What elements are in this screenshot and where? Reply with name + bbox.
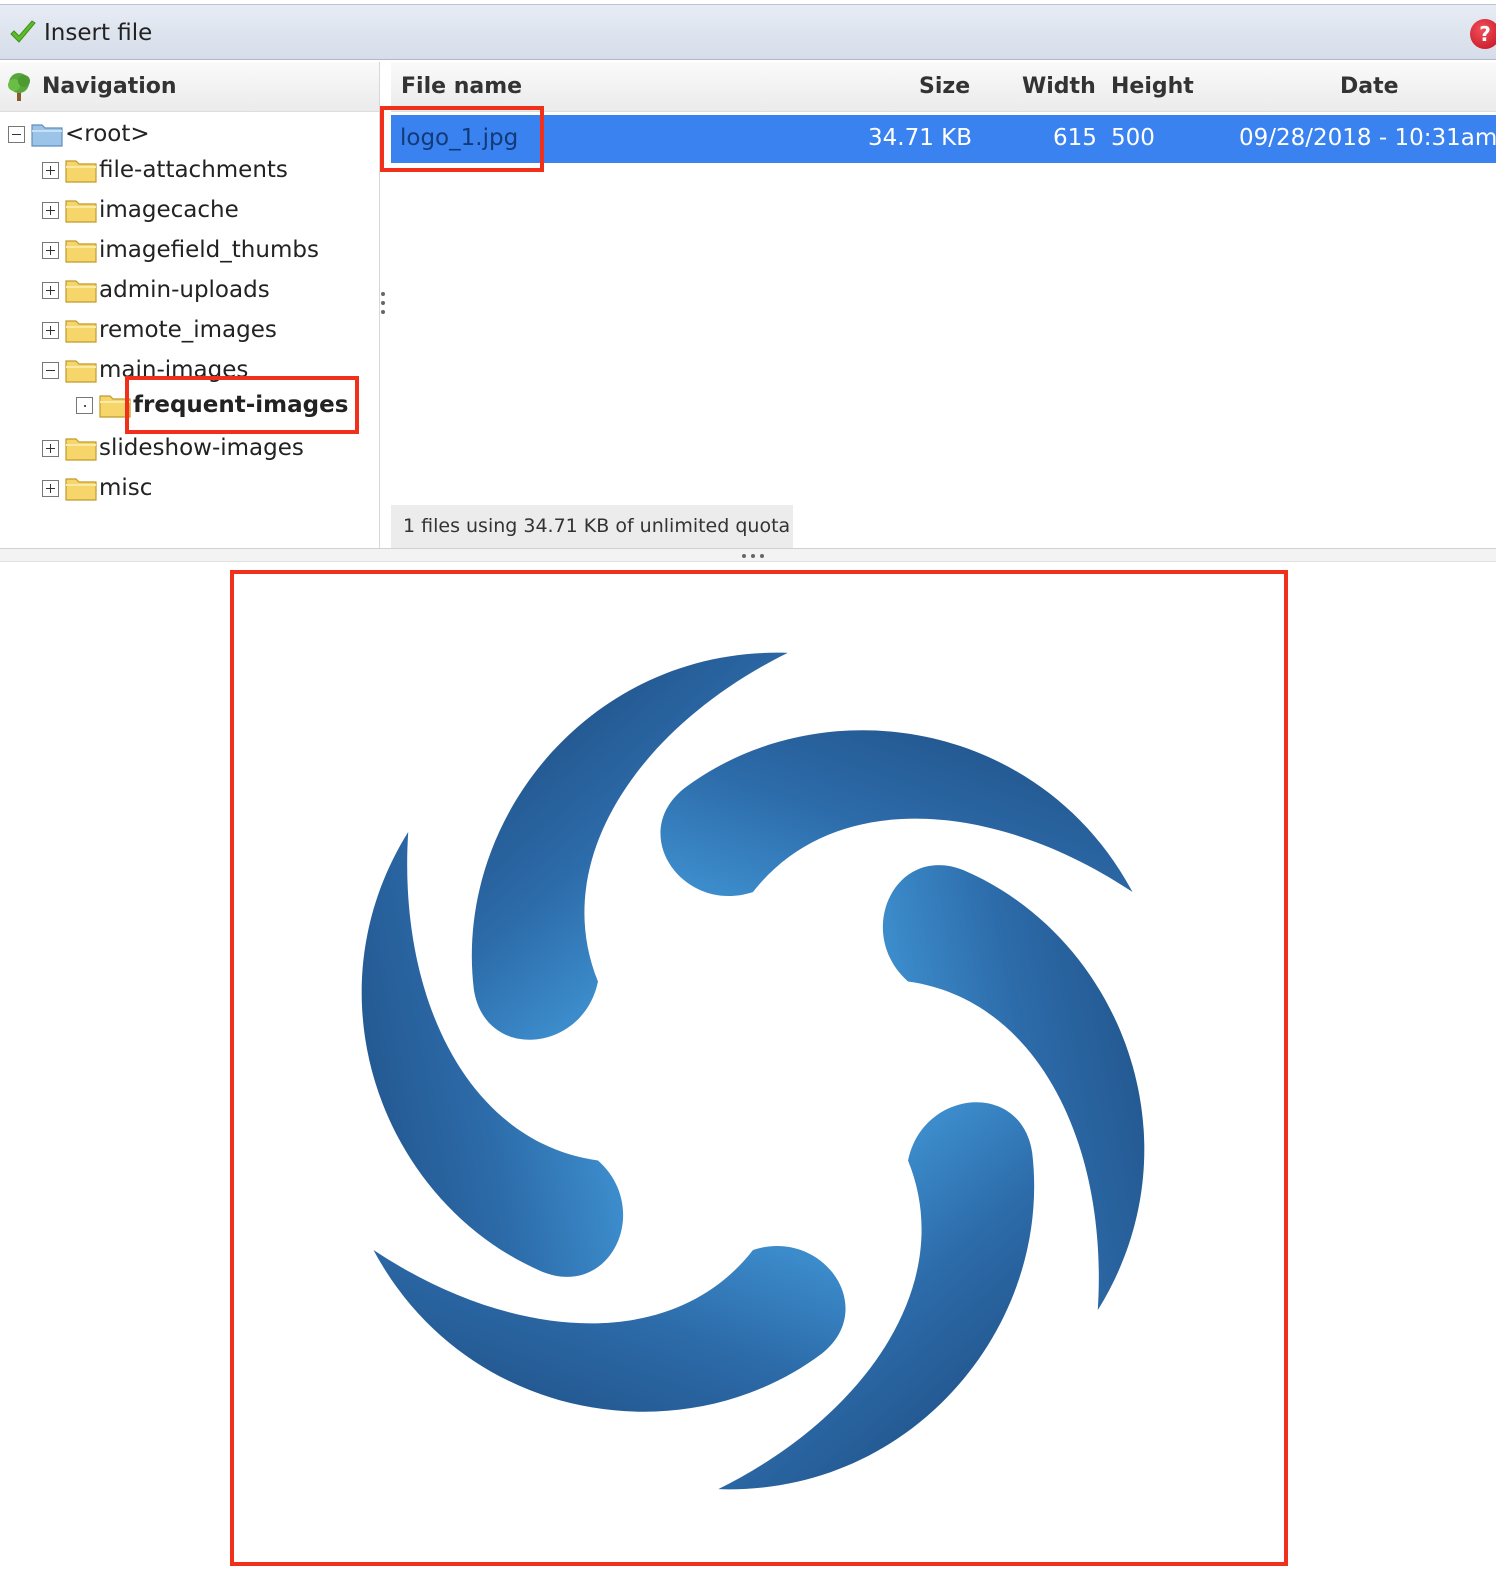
expand-toggle[interactable] (42, 201, 59, 219)
file-list-panel: File name Size Width Height Date logo_1.… (391, 62, 1496, 548)
expand-toggle[interactable] (42, 321, 59, 339)
tree-item-root[interactable]: <root> (8, 116, 150, 152)
tree-item-frequent-images[interactable]: frequent-images (76, 387, 348, 423)
tree-item-misc[interactable]: misc (42, 470, 152, 506)
file-height-cell: 500 (1111, 125, 1155, 151)
tree-item-file-attachments[interactable]: file-attachments (42, 152, 288, 188)
tree-item-imagefield-thumbs[interactable]: imagefield_thumbs (42, 232, 319, 268)
navigation-header: Navigation (0, 62, 379, 112)
expand-toggle[interactable] (42, 479, 59, 497)
checkmark-icon (10, 20, 36, 43)
folder-icon (99, 395, 131, 418)
tree-item-label: misc (99, 475, 153, 501)
splitter-grip-icon (742, 554, 764, 558)
insert-file-label: Insert file (44, 20, 153, 46)
column-size[interactable]: Size (919, 74, 970, 99)
tree-item-imagecache[interactable]: imagecache (42, 192, 239, 228)
status-bar: 1 files using 34.71 KB of unlimited quot… (391, 505, 793, 548)
folder-icon (65, 478, 97, 501)
vertical-splitter[interactable] (381, 292, 387, 322)
expand-toggle[interactable] (42, 161, 59, 179)
expand-toggle[interactable] (42, 281, 59, 299)
tree-item-slideshow-images[interactable]: slideshow-images (42, 430, 304, 466)
tree-icon (8, 72, 30, 101)
file-name-cell: logo_1.jpg (400, 125, 519, 151)
folder-icon (65, 360, 97, 383)
file-width-cell: 615 (1053, 125, 1097, 151)
folder-icon (65, 160, 97, 183)
expand-toggle[interactable] (42, 439, 59, 457)
folder-icon (65, 320, 97, 343)
folder-icon (65, 240, 97, 263)
file-size-cell: 34.71 KB (868, 125, 973, 151)
insert-file-button[interactable]: Insert file (8, 15, 152, 51)
leaf-toggle (76, 396, 93, 414)
tree-item-main-images[interactable]: main-images (42, 352, 248, 388)
expand-toggle[interactable] (42, 241, 59, 259)
tree-item-label: file-attachments (99, 157, 288, 183)
tree-item-label: imagecache (99, 197, 239, 223)
tree-item-label: slideshow-images (99, 435, 304, 461)
image-preview (233, 571, 1287, 1571)
column-height[interactable]: Height (1111, 74, 1194, 99)
tree-item-label: imagefield_thumbs (99, 237, 319, 263)
tree-item-label: main-images (99, 357, 249, 383)
tree-item-admin-uploads[interactable]: admin-uploads (42, 272, 270, 308)
tree-item-label: frequent-images (133, 392, 349, 418)
collapse-toggle[interactable] (8, 125, 25, 143)
file-list-header: File name Size Width Height Date (391, 62, 1496, 112)
folder-icon (65, 438, 97, 461)
navigation-title: Navigation (42, 74, 177, 99)
folder-icon (65, 280, 97, 303)
tree-item-remote-images[interactable]: remote_images (42, 312, 277, 348)
horizontal-splitter[interactable] (0, 548, 1496, 562)
table-row[interactable]: logo_1.jpg 34.71 KB 615 500 09/28/2018 -… (391, 115, 1496, 163)
navigation-panel: Navigation <root> file-attachments image… (0, 62, 380, 548)
tree-item-label: admin-uploads (99, 277, 270, 303)
column-date[interactable]: Date (1340, 74, 1399, 99)
folder-root-icon (31, 124, 63, 147)
folder-icon (65, 200, 97, 223)
column-width[interactable]: Width (1022, 74, 1096, 99)
column-file-name[interactable]: File name (401, 74, 522, 99)
toolbar: Insert file ? (0, 4, 1496, 60)
tree-item-label: <root> (65, 121, 150, 147)
collapse-toggle[interactable] (42, 361, 59, 379)
help-icon[interactable]: ? (1470, 19, 1496, 49)
tree-item-label: remote_images (99, 317, 277, 343)
swirl-logo-image (268, 571, 1238, 1571)
file-date-cell: 09/28/2018 - 10:31am (1239, 125, 1496, 151)
